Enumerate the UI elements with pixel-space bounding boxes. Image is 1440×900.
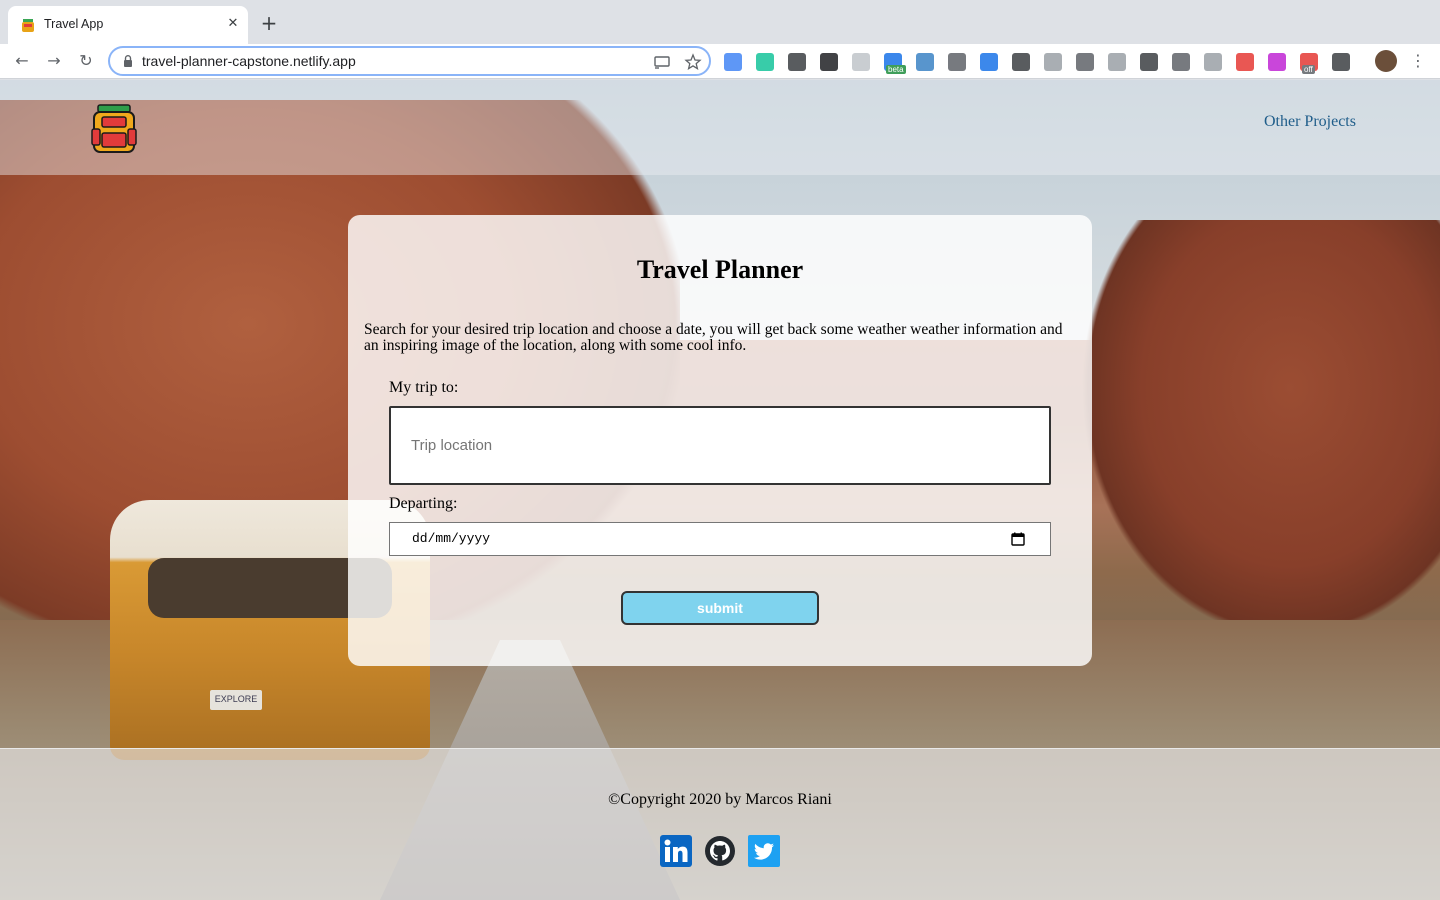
crop-icon[interactable] <box>980 53 998 71</box>
grid-icon[interactable] <box>852 53 870 71</box>
profile-avatar[interactable] <box>1375 50 1397 72</box>
site-footer: ©Copyright 2020 by Marcos Riani <box>0 748 1440 900</box>
browser-toolbar: ← → ↻ travel-planner-capstone.netlify.ap… <box>0 44 1440 79</box>
tab-strip: Travel App ✕ + <box>0 0 1440 44</box>
reader-icon[interactable] <box>1140 53 1158 71</box>
cast-icon[interactable] <box>653 53 671 71</box>
playlist-icon[interactable] <box>1332 53 1350 71</box>
background-rock-right <box>1080 220 1440 640</box>
github-icon[interactable] <box>704 835 736 867</box>
backpack-favicon-icon <box>22 19 34 32</box>
vue-devtools-icon[interactable] <box>1044 53 1062 71</box>
van-license-plate: EXPLORE <box>210 690 262 710</box>
books-icon[interactable] <box>948 53 966 71</box>
page-viewport: EXPLORE Other Projects Travel Planner Se… <box>0 80 1440 900</box>
reload-icon[interactable]: ↻ <box>74 49 98 73</box>
camera-icon[interactable] <box>1076 53 1094 71</box>
purple-circle-icon[interactable] <box>1268 53 1286 71</box>
departing-date-input[interactable]: dd/mm/yyyy <box>389 522 1051 556</box>
other-projects-link[interactable]: Other Projects <box>1264 113 1356 131</box>
message-icon[interactable] <box>1108 53 1126 71</box>
lock-icon <box>124 55 132 67</box>
backpack-logo-icon[interactable] <box>90 103 138 155</box>
copyright-text: ©Copyright 2020 by Marcos Riani <box>608 791 832 808</box>
browser-tab[interactable]: Travel App ✕ <box>8 6 248 44</box>
date-placeholder: dd/mm/yyyy <box>412 531 491 546</box>
url-text: travel-planner-capstone.netlify.app <box>142 53 356 69</box>
whatfont-icon[interactable] <box>820 53 838 71</box>
trip-form-card: Travel Planner Search for your desired t… <box>348 215 1092 666</box>
off-extension-icon[interactable]: off <box>1300 53 1318 74</box>
bookmark-star-icon[interactable] <box>684 53 702 71</box>
google-translate-icon[interactable] <box>724 53 742 71</box>
plate-text: EXPLORE <box>214 694 258 704</box>
forward-icon[interactable]: → <box>42 49 66 73</box>
screenshot-icon[interactable] <box>788 53 806 71</box>
tab-close-icon[interactable]: ✕ <box>224 15 242 33</box>
browser-menu-icon[interactable]: ⋮ <box>1410 49 1426 73</box>
tab-title: Travel App <box>44 17 104 31</box>
site-header: Other Projects <box>0 80 1440 175</box>
back-icon[interactable]: ← <box>10 49 34 73</box>
form-description: Search for your desired trip location an… <box>364 321 1063 354</box>
address-bar[interactable]: travel-planner-capstone.netlify.app <box>108 46 711 76</box>
linkedin-icon[interactable] <box>660 835 692 867</box>
submit-button[interactable]: submit <box>621 591 819 625</box>
page-title: Travel Planner <box>636 255 804 284</box>
extension-badge: beta <box>886 65 906 74</box>
new-tab-button[interactable]: + <box>258 12 280 34</box>
safari-compass-icon[interactable] <box>916 53 934 71</box>
grammarly-icon[interactable] <box>756 53 774 71</box>
color-picker-icon[interactable] <box>1236 53 1254 71</box>
beta-extension-icon[interactable]: beta <box>884 53 906 74</box>
departing-label: Departing: <box>389 495 458 512</box>
eyedropper-icon[interactable] <box>1012 53 1030 71</box>
calendar-icon[interactable] <box>1011 532 1025 546</box>
extension-badge: off <box>1302 65 1315 74</box>
page-ruler-icon[interactable] <box>1204 53 1222 71</box>
trip-location-label: My trip to: <box>389 379 459 396</box>
twitter-icon[interactable] <box>748 835 780 867</box>
trip-location-input[interactable] <box>389 406 1051 485</box>
bug-icon[interactable] <box>1172 53 1190 71</box>
